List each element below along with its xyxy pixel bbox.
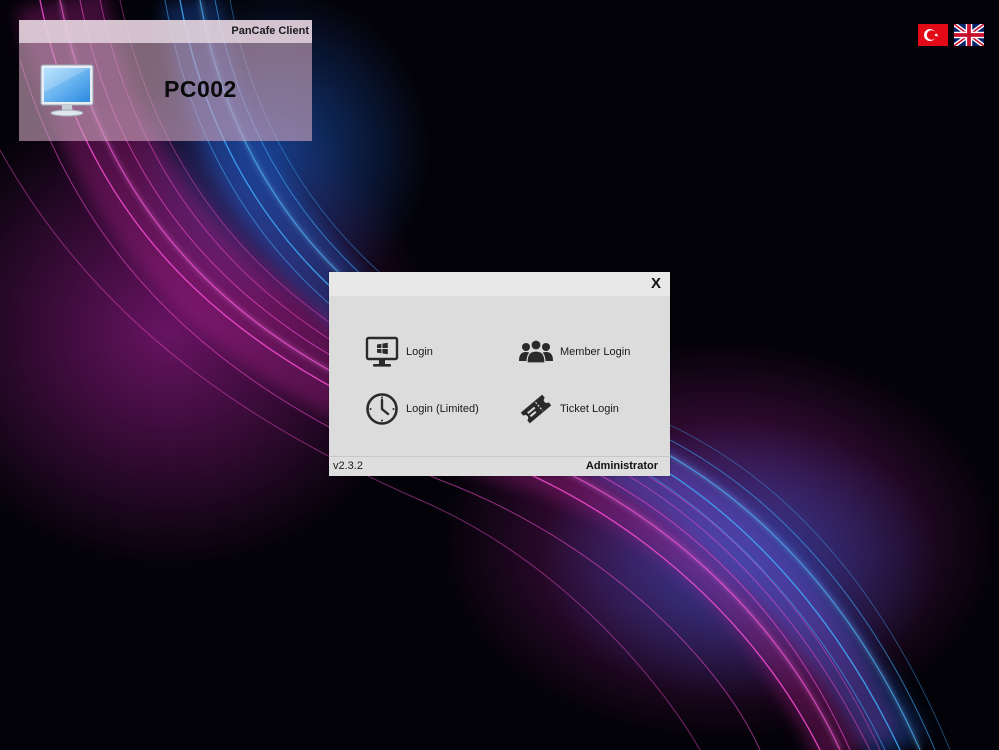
login-dialog: X Login Member Login Login (Limited) Tic… xyxy=(329,272,670,476)
desktop: PanCafe Client PC002 X Login Member Logi… xyxy=(0,0,999,750)
login-limited-button[interactable]: Login (Limited) xyxy=(364,391,479,427)
ticket-icon xyxy=(518,391,554,427)
windows-monitor-icon xyxy=(364,334,400,370)
ticket-login-button[interactable]: Ticket Login xyxy=(518,391,619,427)
login-button[interactable]: Login xyxy=(364,334,433,370)
dialog-footer: v2.3.2 Administrator xyxy=(329,456,670,476)
uk-flag-icon[interactable] xyxy=(952,22,986,48)
turkey-flag-icon[interactable] xyxy=(918,24,948,46)
dialog-titlebar: X xyxy=(329,272,670,296)
login-limited-label: Login (Limited) xyxy=(406,403,479,415)
pc-panel-header: PanCafe Client xyxy=(19,20,312,43)
version-label: v2.3.2 xyxy=(333,460,363,472)
member-login-button[interactable]: Member Login xyxy=(518,334,630,370)
pc-info-panel: PanCafe Client PC002 xyxy=(19,20,312,141)
app-title: PanCafe Client xyxy=(231,25,309,37)
clock-icon xyxy=(364,391,400,427)
login-label: Login xyxy=(406,346,433,358)
member-login-label: Member Login xyxy=(560,346,631,358)
pc-name: PC002 xyxy=(164,76,237,102)
administrator-link[interactable]: Administrator xyxy=(586,460,658,472)
monitor-icon xyxy=(39,62,95,118)
close-button[interactable]: X xyxy=(648,275,664,293)
users-group-icon xyxy=(518,334,554,370)
ticket-login-label: Ticket Login xyxy=(560,403,619,415)
